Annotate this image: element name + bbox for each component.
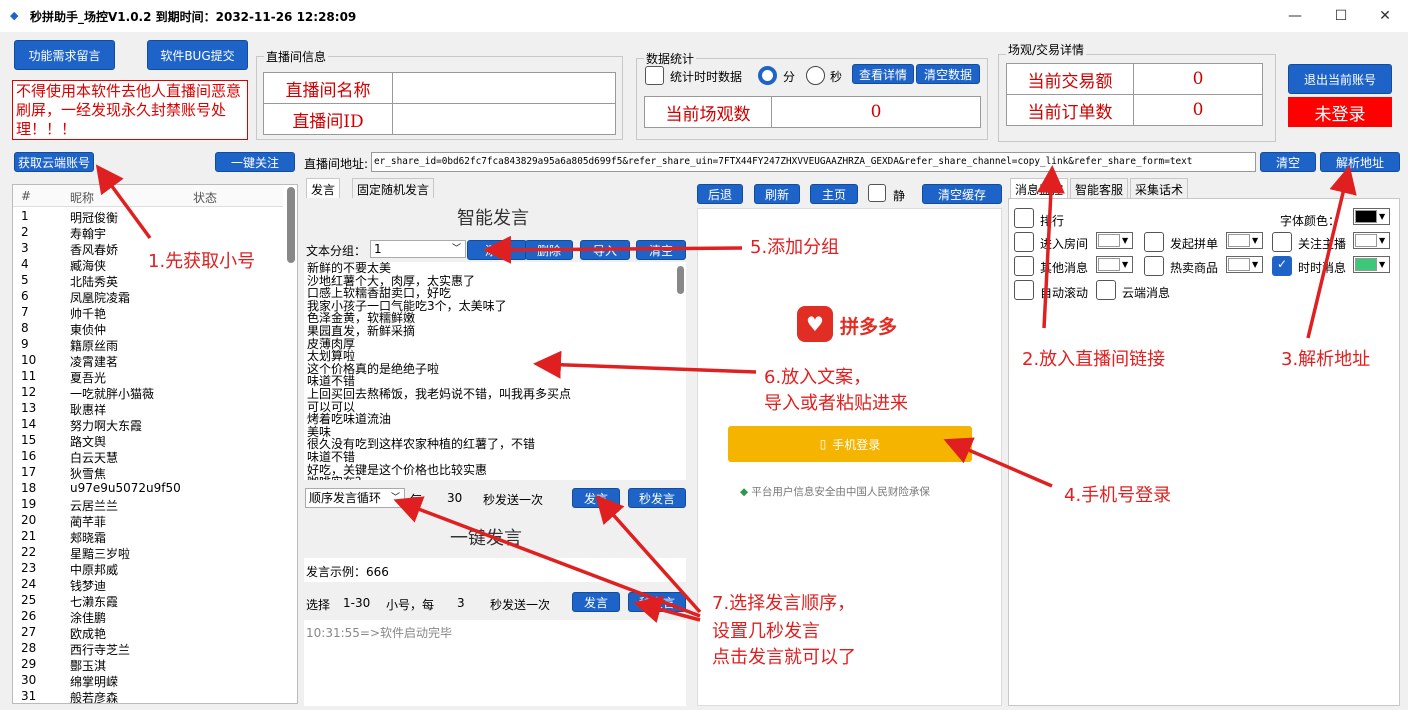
arrow-5 bbox=[483, 235, 743, 264]
annotation-arrows bbox=[95, 164, 1357, 623]
annotation-step-5: 5.添加分组 bbox=[750, 237, 840, 258]
annotation-step-6-line-2: 导入或者粘贴进来 bbox=[764, 393, 908, 414]
annotation-step-7-line-2: 设置几秒发言 bbox=[712, 621, 820, 642]
annotation-step-7-line-3: 点击发言就可以了 bbox=[712, 647, 856, 668]
annotation-step-1: 1.先获取小号 bbox=[148, 251, 256, 272]
annotation-step-6-line-1: 6.放入文案， bbox=[764, 367, 872, 388]
annotation-step-3: 3.解析地址 bbox=[1281, 349, 1371, 370]
arrow-1 bbox=[95, 164, 152, 240]
arrow-2 bbox=[1036, 165, 1065, 329]
annotation-step-4: 4.手机号登录 bbox=[1064, 485, 1172, 506]
arrow-3 bbox=[1306, 165, 1357, 339]
arrow-4 bbox=[943, 437, 1053, 488]
arrow-6 bbox=[533, 350, 757, 379]
annotation-step-2: 2.放入直播间链接 bbox=[1022, 349, 1166, 370]
annotation-step-7-line-1: 7.选择发言顺序， bbox=[712, 593, 856, 614]
